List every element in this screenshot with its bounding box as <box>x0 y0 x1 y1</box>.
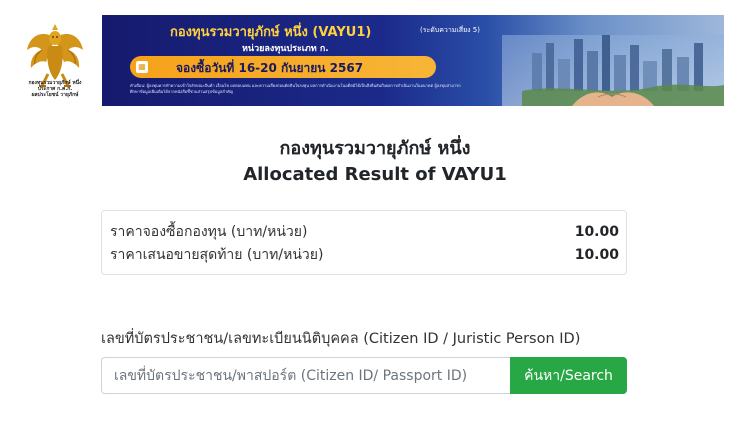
page-title-english: Allocated Result of VAYU1 <box>243 164 507 185</box>
price-label: ราคาเสนอขายสุดท้าย (บาท/หน่วย) <box>110 247 324 263</box>
banner-risk-level: (ระดับความเสี่ยง 5) <box>420 26 480 34</box>
banner-disclaimer: คำเตือน: ผู้ลงทุนควรทำความเข้าใจลักษณะสิ… <box>130 83 461 94</box>
calendar-icon: ▦ <box>136 61 148 73</box>
price-value: 10.00 <box>574 224 619 240</box>
price-card: ราคาจองซื้อกองทุน (บาท/หน่วย) 10.00 ราคา… <box>101 210 627 275</box>
price-row-subscription: ราคาจองซื้อกองทุน (บาท/หน่วย) 10.00 <box>110 221 619 243</box>
price-row-final-offering: ราคาเสนอขายสุดท้าย (บาท/หน่วย) 10.00 <box>110 244 619 266</box>
booking-dates: จองซื้อวันที่ 16-20 กันยายน 2567 <box>176 61 364 75</box>
logo-caption-line: ผลประโยชน์ วายุภักษ์ <box>31 92 79 98</box>
citizen-id-input[interactable] <box>101 357 510 394</box>
page-title-thai: กองทุนรวมวายุภักษ์ หนึ่ง <box>279 138 471 159</box>
search-field-label: เลขที่บัตรประชาชน/เลขทะเบียนนิติบุคคล (C… <box>101 331 581 347</box>
search-button[interactable]: ค้นหา/Search <box>510 357 627 394</box>
promo-banner: กองทุนรวมวายุภักษ์ หนึ่ง (VAYU1) (ระดับค… <box>102 15 724 106</box>
banner-subtitle: หน่วยลงทุนประเภท ก. <box>242 44 329 54</box>
city-hands-illustration-icon <box>502 35 724 106</box>
logo-caption: กองทุนรวมวายุภักษ์ หนึ่ง ประกาศ ก.ค.ก. ผ… <box>20 80 90 98</box>
price-label: ราคาจองซื้อกองทุน (บาท/หน่วย) <box>110 224 308 240</box>
price-value: 10.00 <box>574 247 619 263</box>
